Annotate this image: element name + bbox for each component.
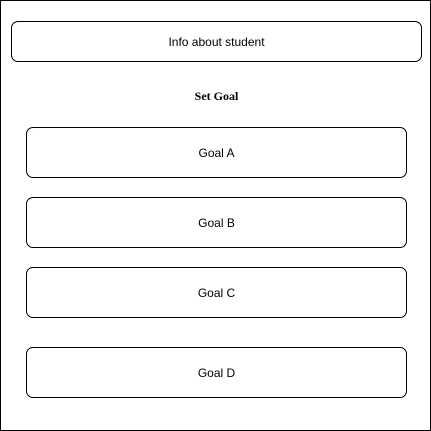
goal-c-label: Goal C (197, 285, 236, 300)
goal-b-button[interactable]: Goal B (26, 197, 407, 248)
student-info-box: Info about student (11, 21, 422, 62)
goal-c-button[interactable]: Goal C (26, 267, 407, 318)
student-info-label: Info about student (168, 34, 265, 49)
screen-frame: Info about student Set Goal Goal A Goal … (0, 0, 431, 431)
goal-d-button[interactable]: Goal D (26, 347, 407, 398)
set-goal-heading: Set Goal (194, 89, 239, 103)
goal-a-label: Goal A (198, 145, 235, 160)
goal-a-button[interactable]: Goal A (26, 127, 407, 178)
goal-d-label: Goal D (197, 365, 236, 380)
goal-b-label: Goal B (198, 215, 235, 230)
